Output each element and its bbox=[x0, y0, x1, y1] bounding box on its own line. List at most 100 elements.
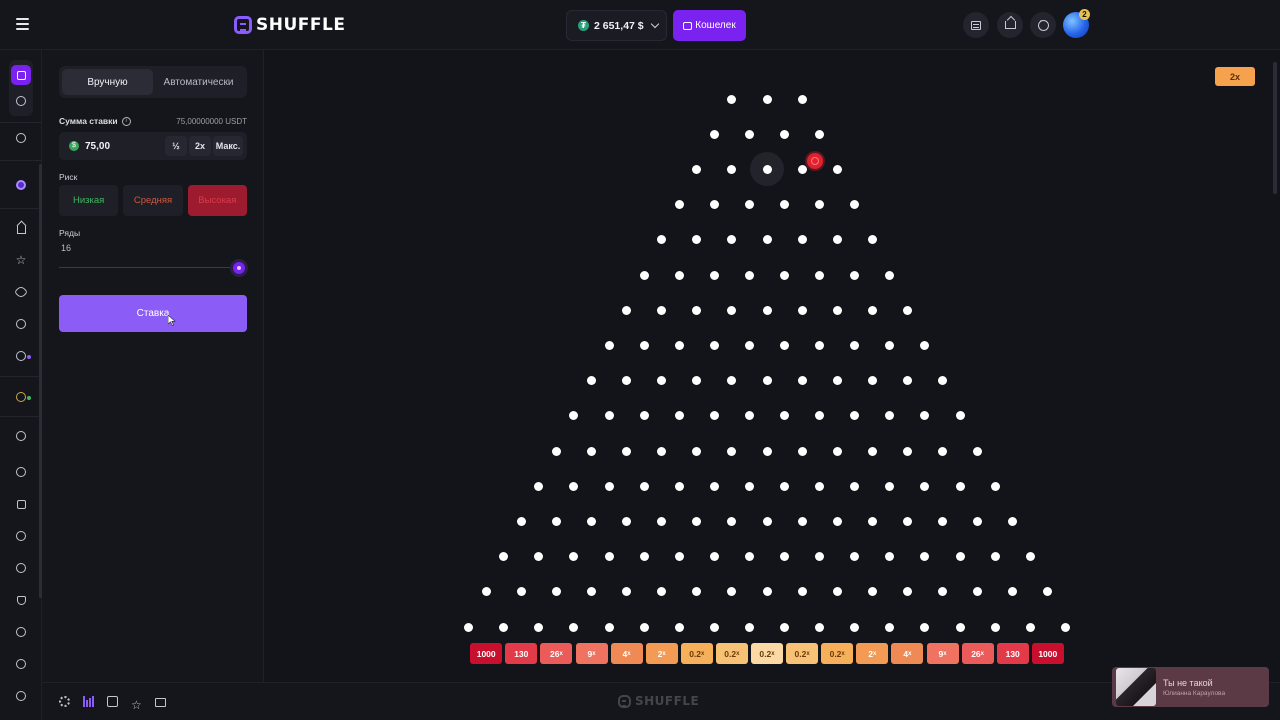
balance-selector[interactable]: ₮ 2 651,47 $ bbox=[566, 10, 667, 41]
rail-recent[interactable] bbox=[11, 314, 31, 334]
max-button[interactable]: Макс. bbox=[213, 136, 243, 156]
icon-sidebar: ☆ bbox=[0, 50, 42, 720]
double-button[interactable]: 2x bbox=[189, 136, 211, 156]
target-icon bbox=[16, 351, 26, 361]
peg bbox=[639, 552, 649, 562]
slider-thumb[interactable] bbox=[233, 262, 245, 274]
peg bbox=[727, 516, 737, 526]
rail-verified[interactable] bbox=[11, 558, 31, 578]
peg bbox=[569, 622, 579, 632]
rail-home[interactable] bbox=[11, 218, 31, 238]
live-stats-button[interactable] bbox=[83, 696, 95, 708]
plinko-ball bbox=[807, 152, 823, 169]
peg bbox=[780, 481, 790, 491]
peg bbox=[797, 94, 807, 104]
peg bbox=[727, 235, 737, 245]
now-playing-toast[interactable]: Ты не такой Юлианна Караулова bbox=[1112, 667, 1269, 707]
menu-icon[interactable] bbox=[8, 12, 36, 38]
peg bbox=[657, 587, 667, 597]
rail-settings[interactable] bbox=[11, 622, 31, 642]
multiplier-slot: 0.2 x bbox=[751, 643, 783, 664]
rows-slider[interactable] bbox=[59, 261, 247, 275]
peg bbox=[973, 587, 983, 597]
wallet-label: Кошелек bbox=[695, 20, 736, 31]
bet-button[interactable]: Ставка bbox=[59, 295, 247, 332]
tab-auto[interactable]: Автоматически bbox=[153, 69, 244, 95]
peg bbox=[604, 481, 614, 491]
half-button[interactable]: ½ bbox=[165, 136, 187, 156]
peg bbox=[744, 200, 754, 210]
peg bbox=[797, 376, 807, 386]
bet-amount-header: Сумма ставки i 75,00000000 USDT bbox=[59, 114, 247, 128]
avatar[interactable]: 2 bbox=[1063, 9, 1090, 38]
rail-promo[interactable] bbox=[11, 175, 31, 195]
rail-languages[interactable] bbox=[11, 426, 31, 446]
peg bbox=[762, 235, 772, 245]
risk-high-button[interactable]: Высокая bbox=[187, 185, 247, 216]
multiplier-value: 0.2 bbox=[689, 648, 702, 659]
peg bbox=[797, 164, 807, 174]
multiplier-suffix: x bbox=[627, 650, 631, 657]
track-title: Ты не такой bbox=[1163, 677, 1213, 688]
peg bbox=[780, 622, 790, 632]
peg bbox=[990, 481, 1000, 491]
peg bbox=[832, 235, 842, 245]
multiplier-slot: 1000 bbox=[470, 643, 503, 664]
rail-support[interactable] bbox=[11, 654, 31, 674]
peg bbox=[551, 587, 561, 597]
brand-logo[interactable]: SHUFFLE bbox=[234, 14, 345, 36]
rail-affiliate[interactable] bbox=[11, 686, 31, 706]
peg bbox=[709, 481, 719, 491]
briefcase-icon bbox=[155, 698, 166, 707]
rail-live[interactable] bbox=[11, 526, 31, 546]
casino-toggle[interactable] bbox=[11, 65, 31, 85]
chat-button[interactable] bbox=[1030, 12, 1056, 38]
favorite-button[interactable]: ☆ bbox=[131, 696, 143, 711]
rail-security[interactable] bbox=[11, 590, 31, 610]
transactions-button[interactable] bbox=[963, 12, 989, 38]
peg bbox=[797, 305, 807, 315]
notification-badge: 2 bbox=[1079, 9, 1090, 20]
peg bbox=[692, 305, 702, 315]
peg bbox=[674, 340, 684, 350]
sports-toggle[interactable] bbox=[11, 91, 31, 111]
multiplier-suffix: x bbox=[908, 650, 912, 657]
rail-new[interactable] bbox=[11, 282, 31, 302]
bet-amount-value[interactable]: 75,00 bbox=[85, 141, 163, 152]
peg bbox=[674, 622, 684, 632]
bet-amount-field[interactable]: $ 75,00 ½ 2x Макс. bbox=[59, 132, 247, 160]
wallet-button[interactable]: Кошелек bbox=[673, 10, 746, 41]
stats-bars-icon bbox=[83, 696, 95, 707]
tab-manual[interactable]: Вручную bbox=[62, 69, 153, 95]
risk-low-button[interactable]: Низкая bbox=[59, 185, 119, 216]
vip-button[interactable] bbox=[997, 12, 1023, 38]
user-icon bbox=[16, 659, 26, 669]
page-scrollbar[interactable] bbox=[1273, 62, 1277, 194]
peg bbox=[867, 446, 877, 456]
peg bbox=[938, 446, 947, 456]
search-button[interactable] bbox=[11, 128, 31, 148]
multiplier-suffix: x bbox=[872, 650, 877, 657]
shield-icon bbox=[16, 595, 26, 605]
chart-button[interactable] bbox=[107, 696, 119, 708]
rail-slots[interactable] bbox=[11, 494, 31, 514]
settings-button[interactable] bbox=[59, 696, 71, 708]
peg bbox=[657, 376, 667, 386]
peg bbox=[902, 587, 912, 597]
peg bbox=[885, 622, 895, 632]
peg bbox=[815, 481, 825, 491]
multiplier-value: 1000 bbox=[476, 648, 496, 659]
fairness-button[interactable] bbox=[155, 696, 167, 708]
multiplier-suffix: x bbox=[592, 650, 596, 657]
rail-favorites[interactable]: ☆ bbox=[11, 250, 31, 270]
multiplier-suffix: x bbox=[943, 650, 947, 657]
multiplier-slot: 1000 bbox=[1031, 643, 1064, 664]
info-icon[interactable]: i bbox=[121, 116, 131, 126]
crown-icon bbox=[1004, 21, 1016, 29]
rail-games[interactable] bbox=[11, 462, 31, 482]
peg bbox=[832, 587, 842, 597]
risk-medium-button[interactable]: Средняя bbox=[123, 185, 183, 216]
peg bbox=[762, 94, 772, 104]
peg bbox=[780, 411, 790, 421]
top-bar: SHUFFLE ₮ 2 651,47 $ Кошелек 2 bbox=[0, 0, 1280, 50]
